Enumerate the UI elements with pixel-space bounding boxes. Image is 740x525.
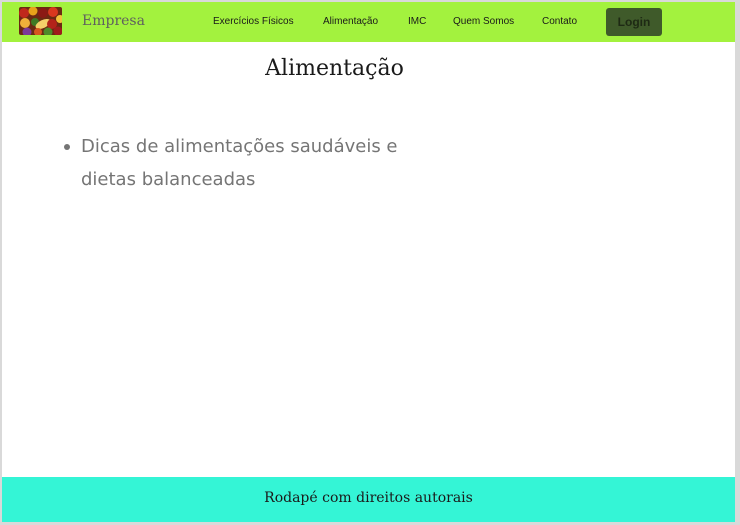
list-item-text: Dicas de alimentações saudáveis e dietas… <box>81 136 398 190</box>
footer: Rodapé com direitos autorais <box>2 477 735 522</box>
nav-link-quem-somos[interactable]: Quem Somos <box>453 16 514 27</box>
navbar: Empresa Exercícios Físicos Alimentação I… <box>2 2 735 42</box>
nav-link-exercicios-fisicos[interactable]: Exercícios Físicos <box>213 16 294 27</box>
login-button[interactable]: Login <box>606 8 662 36</box>
page-frame: Empresa Exercícios Físicos Alimentação I… <box>2 2 735 522</box>
content-list: Dicas de alimentações saudáveis e dietas… <box>64 130 401 196</box>
nav-link-alimentacao[interactable]: Alimentação <box>323 16 378 27</box>
nav-link-contato[interactable]: Contato <box>542 16 577 27</box>
brand-name[interactable]: Empresa <box>82 13 145 29</box>
footer-text: Rodapé com direitos autorais <box>264 490 473 506</box>
list-item: Dicas de alimentações saudáveis e dietas… <box>64 130 401 196</box>
nav-link-imc[interactable]: IMC <box>408 16 426 27</box>
fruits-logo-icon[interactable] <box>19 7 62 35</box>
page-title: Alimentação <box>265 56 404 81</box>
bullet-icon <box>64 144 70 150</box>
